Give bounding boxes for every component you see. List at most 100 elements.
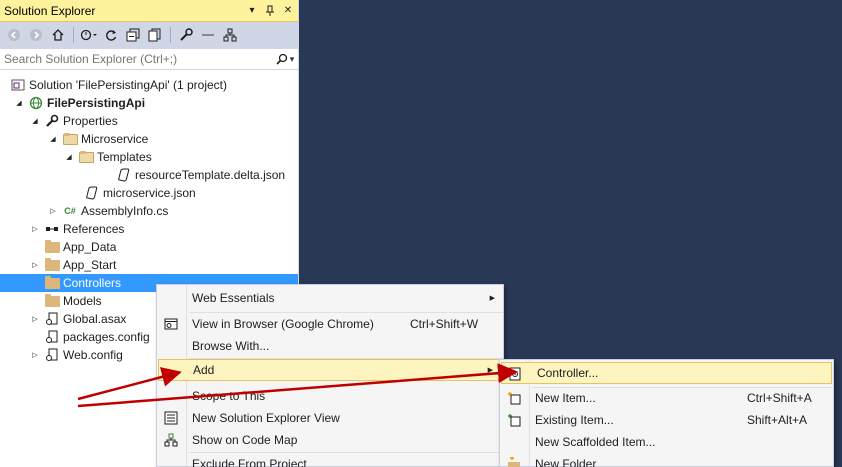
- collapse-all-icon[interactable]: [123, 25, 143, 45]
- menu-item-add[interactable]: Add ▶: [158, 359, 502, 381]
- tree-item-assemblyinfo[interactable]: ▷ C# AssemblyInfo.cs: [0, 202, 298, 220]
- new-view-icon: [163, 410, 179, 426]
- menu-item-shortcut: Ctrl+Shift+A: [747, 391, 812, 405]
- close-icon[interactable]: ✕: [280, 3, 296, 19]
- search-input[interactable]: [4, 52, 272, 66]
- show-all-files-icon[interactable]: [145, 25, 165, 45]
- chevron-down-icon: ▾: [289, 53, 295, 64]
- expanded-arrow-icon[interactable]: ◢: [64, 152, 74, 162]
- search-icon: [276, 53, 287, 65]
- tree-item-label: FilePersistingApi: [47, 96, 146, 110]
- submenu-arrow-icon: ▶: [487, 367, 493, 374]
- menu-item-controller[interactable]: Controller...: [501, 362, 832, 384]
- menu-item-shortcut: Ctrl+Shift+W: [410, 317, 479, 331]
- expanded-arrow-icon[interactable]: ◢: [48, 134, 58, 144]
- tree-item-label: Global.asax: [63, 312, 127, 326]
- csharp-file-icon: C#: [64, 206, 76, 216]
- tree-item-label: Controllers: [63, 276, 122, 290]
- home-icon[interactable]: [48, 25, 68, 45]
- collapsed-arrow-icon[interactable]: ▷: [30, 224, 40, 234]
- tree-item-properties[interactable]: ◢ Properties: [0, 112, 298, 130]
- folder-icon: [44, 239, 60, 255]
- expanded-arrow-icon[interactable]: ◢: [30, 116, 40, 126]
- menu-item-existing-item[interactable]: Existing Item... Shift+Alt+A: [500, 409, 833, 431]
- code-map-icon: [163, 432, 179, 448]
- new-item-icon: [506, 390, 522, 406]
- tree-item-app-data[interactable]: App_Data: [0, 238, 298, 256]
- refresh-icon[interactable]: [101, 25, 121, 45]
- solution-explorer-toolbar: [0, 22, 298, 48]
- solution-icon: [10, 77, 26, 93]
- config-file-icon: [44, 347, 60, 363]
- add-submenu: Controller... New Item... Ctrl+Shift+A E…: [499, 359, 834, 467]
- tree-item-solution[interactable]: Solution 'FilePersistingApi' (1 project): [0, 76, 298, 94]
- expanded-arrow-icon[interactable]: ◢: [14, 98, 24, 108]
- tree-item-label: microservice.json: [103, 186, 196, 200]
- properties-icon[interactable]: [176, 25, 196, 45]
- menu-item-label: Add: [193, 363, 215, 377]
- search-options[interactable]: ▾: [272, 53, 298, 65]
- menu-item-web-essentials[interactable]: Web Essentials ▶: [157, 287, 503, 309]
- menu-item-label: Controller...: [537, 366, 599, 380]
- panel-title: Solution Explorer: [4, 3, 96, 18]
- tree-item-label: resourceTemplate.delta.json: [135, 168, 286, 182]
- menu-item-show-on-code-map[interactable]: Show on Code Map: [157, 429, 503, 451]
- tree-item-label: Microservice: [81, 132, 149, 146]
- tree-item-references[interactable]: ▷ References: [0, 220, 298, 238]
- web-project-icon: [28, 95, 44, 111]
- menu-item-shortcut: Shift+Alt+A: [747, 413, 808, 427]
- menu-item-label: Show on Code Map: [192, 433, 298, 447]
- menu-item-scope-to-this[interactable]: Scope to This: [157, 385, 503, 407]
- config-file-icon: [44, 329, 60, 345]
- forward-icon[interactable]: [26, 25, 46, 45]
- tree-item-microservice[interactable]: ◢ Microservice: [0, 130, 298, 148]
- tree-item-label: Solution 'FilePersistingApi' (1 project): [29, 78, 227, 92]
- menu-item-new-se-view[interactable]: New Solution Explorer View: [157, 407, 503, 429]
- menu-item-label: New Scaffolded Item...: [535, 435, 656, 449]
- tree-item-label: Web.config: [63, 348, 123, 362]
- existing-item-icon: [506, 412, 522, 428]
- menu-item-label: New Solution Explorer View: [192, 411, 340, 425]
- menu-item-label: Scope to This: [192, 389, 266, 403]
- back-icon[interactable]: [4, 25, 24, 45]
- tree-item-label: App_Start: [63, 258, 117, 272]
- context-menu: Web Essentials ▶ View in Browser (Google…: [156, 284, 504, 467]
- menu-item-new-folder[interactable]: New Folder: [500, 453, 833, 467]
- menu-item-label: Exclude From Project: [192, 457, 307, 467]
- tree-item-label: Models: [63, 294, 102, 308]
- wrench-icon: [44, 113, 60, 129]
- dropdown-icon[interactable]: ▾: [244, 3, 260, 19]
- tree-item-project[interactable]: ◢ FilePersistingApi: [0, 94, 298, 112]
- tree-item-label: Properties: [63, 114, 118, 128]
- tree-item-label: App_Data: [63, 240, 117, 254]
- tree-item-app-start[interactable]: ▷ App_Start: [0, 256, 298, 274]
- sync-history-icon[interactable]: [79, 25, 99, 45]
- menu-item-view-in-browser[interactable]: View in Browser (Google Chrome) Ctrl+Shi…: [157, 313, 503, 335]
- tree-item-resource-template[interactable]: resourceTemplate.delta.json: [0, 166, 298, 184]
- folder-open-icon: [62, 131, 78, 147]
- menu-item-label: New Item...: [535, 391, 596, 405]
- menu-item-new-item[interactable]: New Item... Ctrl+Shift+A: [500, 387, 833, 409]
- preview-icon[interactable]: [198, 25, 218, 45]
- solution-explorer-title-bar: Solution Explorer ▾ ✕: [0, 0, 298, 22]
- controller-icon: [507, 366, 523, 382]
- submenu-arrow-icon: ▶: [489, 295, 495, 302]
- menu-item-new-scaffolded-item[interactable]: New Scaffolded Item...: [500, 431, 833, 453]
- collapsed-arrow-icon[interactable]: ▷: [30, 350, 40, 360]
- browser-icon: [163, 316, 179, 332]
- collapsed-arrow-icon[interactable]: ▷: [30, 260, 40, 270]
- menu-item-label: Browse With...: [192, 339, 270, 353]
- menu-item-browse-with[interactable]: Browse With...: [157, 335, 503, 357]
- folder-open-icon: [78, 149, 94, 165]
- menu-item-label: Web Essentials: [192, 291, 275, 305]
- menu-item-exclude-from-project[interactable]: Exclude From Project: [157, 453, 503, 467]
- code-map-icon[interactable]: [220, 25, 240, 45]
- collapsed-arrow-icon[interactable]: ▷: [30, 314, 40, 324]
- collapsed-arrow-icon[interactable]: ▷: [48, 206, 58, 216]
- tree-item-templates[interactable]: ◢ Templates: [0, 148, 298, 166]
- references-icon: [44, 221, 60, 237]
- pin-icon[interactable]: [262, 3, 278, 19]
- json-file-icon: [116, 167, 132, 183]
- menu-item-label: View in Browser (Google Chrome): [192, 317, 374, 331]
- tree-item-microservice-json[interactable]: microservice.json: [0, 184, 298, 202]
